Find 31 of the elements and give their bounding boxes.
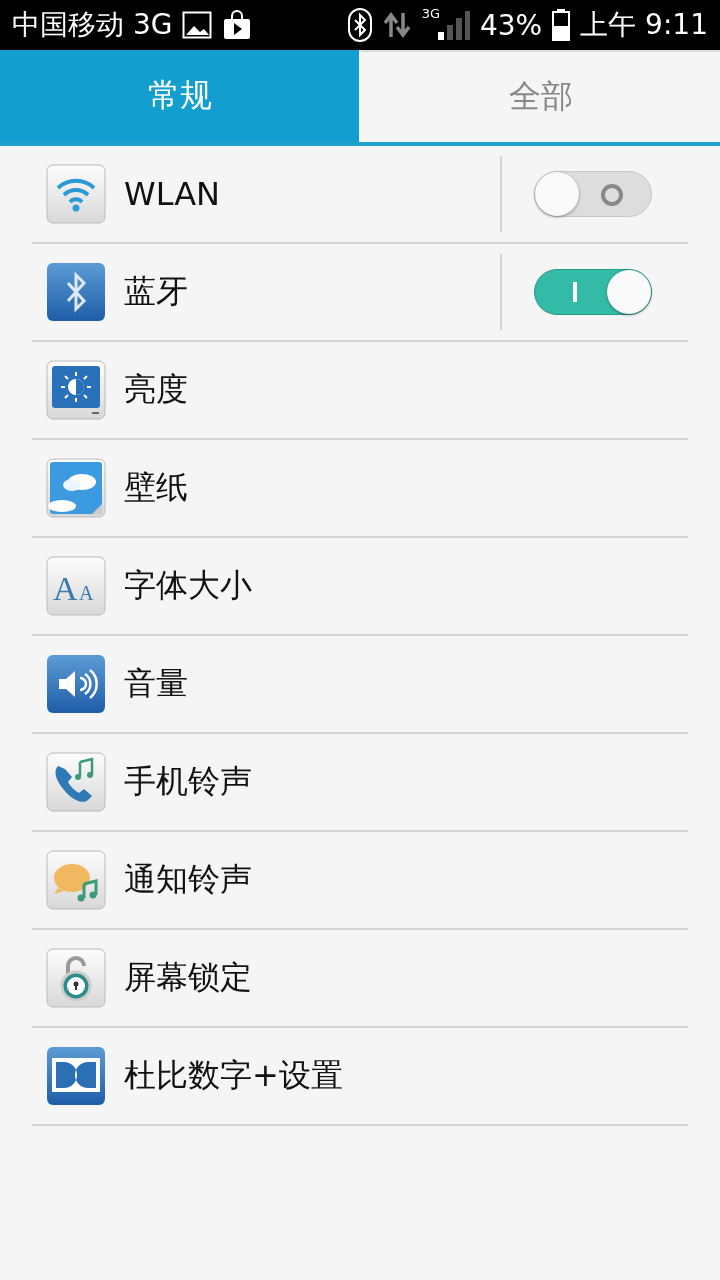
image-icon [182, 11, 213, 39]
chat-icon [46, 850, 106, 910]
toggle-switch[interactable] [534, 171, 652, 217]
brightness-icon [46, 360, 106, 420]
battery-percent-text: 43% [480, 8, 543, 42]
setting-label[interactable]: 音量 [124, 662, 688, 706]
setting-label[interactable]: WLAN [124, 175, 500, 213]
setting-label[interactable]: 杜比数字+设置 [124, 1054, 688, 1098]
font-icon: AA [46, 556, 106, 616]
carrier-text: 中国移动 3G [12, 7, 173, 43]
setting-label[interactable]: 通知铃声 [124, 858, 688, 902]
network-type-text: 3G [421, 6, 440, 21]
clock-text: 上午 9:11 [580, 7, 708, 43]
battery-icon [552, 9, 571, 41]
phone-icon [46, 752, 106, 812]
signal-icon [438, 10, 470, 40]
wallpaper-icon [46, 458, 106, 518]
setting-label[interactable]: 手机铃声 [124, 760, 688, 804]
data-arrows-icon [381, 11, 412, 39]
setting-label[interactable]: 蓝牙 [124, 270, 500, 314]
setting-label[interactable]: 亮度 [124, 368, 688, 412]
setting-label[interactable]: 屏幕锁定 [124, 956, 688, 1000]
setting-label[interactable]: 壁纸 [124, 466, 688, 510]
toggle-switch[interactable] [534, 269, 652, 315]
shopping-bag-icon [222, 10, 253, 40]
bluetooth-icon [347, 8, 372, 42]
setting-label[interactable]: 字体大小 [124, 564, 688, 608]
volume-icon [46, 654, 106, 714]
bluetooth-icon [46, 262, 106, 322]
wifi-icon [46, 164, 106, 224]
lock-icon [46, 948, 106, 1008]
